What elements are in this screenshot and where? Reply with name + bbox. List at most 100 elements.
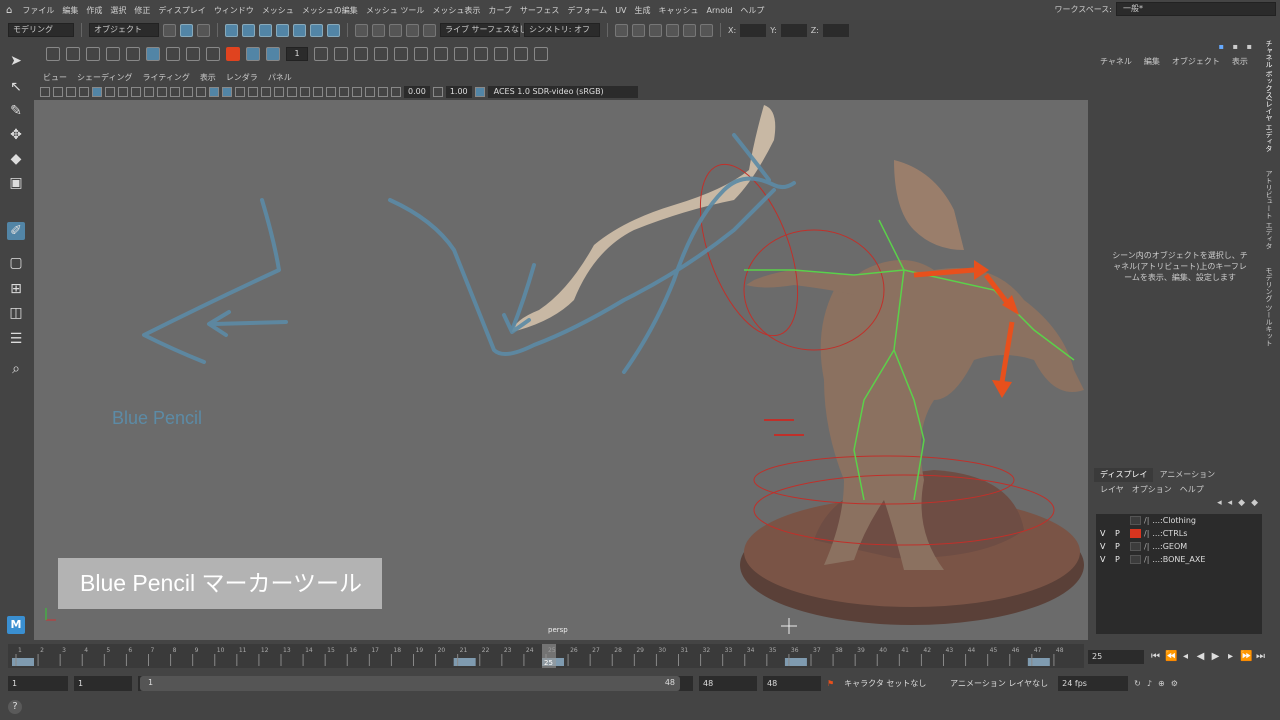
scale-tool-icon[interactable]: ▣ [7, 174, 25, 192]
playback-end-field[interactable]: 48 [699, 675, 757, 691]
anim-layer-dropdown[interactable]: アニメーション レイヤなし [946, 675, 1053, 691]
field-chart-icon[interactable] [157, 87, 167, 97]
channel-box-menu-item[interactable]: 表示 [1232, 56, 1248, 70]
menu-item[interactable]: カーブ [484, 5, 516, 16]
trash-icon[interactable] [454, 47, 468, 61]
menu-item[interactable]: Arnold [703, 6, 737, 15]
move-layer-up-icon[interactable]: ◂ [1217, 498, 1222, 508]
viewport-menu-item[interactable]: ビュー [38, 72, 72, 83]
layer-visibility-toggle[interactable]: V [1100, 542, 1112, 551]
safe-title-icon[interactable] [183, 87, 193, 97]
ui-panel-icon[interactable] [632, 23, 645, 37]
menu-item[interactable]: 作成 [82, 5, 106, 16]
paint-select-icon[interactable]: ✎ [7, 102, 25, 120]
import-icon[interactable] [514, 47, 528, 61]
new-layer-selected-icon[interactable]: ◆ [1251, 498, 1258, 508]
size-field[interactable]: 1 [286, 47, 308, 61]
help-icon[interactable]: ? [8, 700, 22, 714]
menu-item[interactable]: ファイル [18, 5, 58, 16]
layer-color-swatch[interactable] [1130, 516, 1141, 525]
cut-icon[interactable] [414, 47, 428, 61]
layer-editor-tab[interactable]: ディスプレイ [1094, 468, 1154, 482]
image-plane-icon[interactable] [79, 87, 89, 97]
select-by-component-icon[interactable] [197, 23, 210, 37]
ui-panel-icon[interactable] [700, 23, 713, 37]
layer-color-swatch[interactable] [1130, 529, 1141, 538]
default-material-icon[interactable] [222, 87, 232, 97]
layer-menu-item[interactable]: レイヤ [1100, 484, 1124, 495]
tool-settings-icon[interactable]: ▪ [1247, 42, 1252, 51]
exposure-field[interactable]: 0.00 [404, 86, 430, 98]
playback-start-field[interactable]: 1 [74, 675, 132, 691]
time-slider[interactable]: 1 2 3 4 5 6 7 8 9 10 11 12 13 14 15 16 17 18 19 20 21 22 23 24 2… [8, 644, 1084, 668]
delete-frame-icon[interactable] [374, 47, 388, 61]
animation-start-field[interactable]: 1 [8, 675, 68, 691]
xray-components-icon[interactable] [378, 87, 388, 97]
ui-panel-icon[interactable] [666, 23, 679, 37]
layer-row[interactable]: /| ...:Clothing [1096, 514, 1262, 527]
layer-color-swatch[interactable] [1130, 542, 1141, 551]
select-tool-icon[interactable]: ➤ [7, 52, 25, 70]
range-slider[interactable]: 1 48 [138, 675, 693, 691]
home-icon[interactable]: ⌂ [6, 5, 12, 16]
layer-row[interactable]: V P /| ...:CTRLs [1096, 527, 1262, 540]
single-view-icon[interactable]: ▢ [7, 254, 25, 272]
ambient-occlusion-icon[interactable] [287, 87, 297, 97]
viewport-menu-item[interactable]: 表示 [195, 72, 221, 83]
ipr-render-icon[interactable] [389, 23, 402, 37]
snap-surface-icon[interactable] [293, 23, 306, 37]
retime-icon[interactable] [494, 47, 508, 61]
go-to-end-icon[interactable]: ⏭ [1255, 651, 1266, 662]
layer-row[interactable]: V P /| ...:GEOM [1096, 540, 1262, 553]
safe-action-icon[interactable] [170, 87, 180, 97]
camera-attr-icon[interactable] [53, 87, 63, 97]
menu-item[interactable]: 選択 [106, 5, 130, 16]
blue-pencil-tool-icon[interactable]: ✐ [7, 222, 25, 240]
resolution-gate-icon[interactable] [131, 87, 141, 97]
color-management-icon[interactable] [474, 87, 485, 97]
layer-editor-tab[interactable]: アニメーション [1153, 468, 1221, 482]
onion-skin-icon[interactable] [246, 47, 260, 61]
x-field[interactable] [740, 23, 767, 37]
grease-pencil-icon[interactable] [92, 87, 102, 97]
step-back-frame-icon[interactable]: ◂ [1180, 651, 1191, 662]
clear-frame-icon[interactable] [334, 47, 348, 61]
menu-item[interactable]: キャッシュ [655, 5, 703, 16]
text-icon[interactable] [106, 47, 120, 61]
ui-panel-icon[interactable] [649, 23, 662, 37]
shadows-icon[interactable] [274, 87, 284, 97]
layer-playback-toggle[interactable]: P [1115, 542, 1127, 551]
move-tool-icon[interactable]: ✥ [7, 126, 25, 144]
view-transform-dropdown[interactable]: ACES 1.0 SDR-video (sRGB) [487, 86, 638, 98]
smooth-shade-icon[interactable] [209, 87, 219, 97]
keyframe-marker[interactable] [453, 658, 476, 666]
object-mode-dropdown[interactable]: オブジェクト [89, 23, 159, 37]
wireframe-icon[interactable] [196, 87, 206, 97]
keyframe-marker[interactable] [12, 658, 34, 666]
lights-icon[interactable] [261, 87, 271, 97]
arrow-icon[interactable] [146, 47, 160, 61]
viewport-menu-item[interactable]: シェーディング [72, 72, 137, 83]
snap-view-plane-icon[interactable] [276, 23, 289, 37]
layer-playback-toggle[interactable]: P [1115, 555, 1127, 564]
outliner-layout-icon[interactable]: ☰ [7, 330, 25, 348]
channel-box-toggle-icon[interactable]: ▪ [1219, 42, 1224, 51]
duplicate-frame-icon[interactable] [394, 47, 408, 61]
ellipse-icon[interactable] [166, 47, 180, 61]
history-icon[interactable] [355, 23, 368, 37]
menu-item[interactable]: サーフェス [516, 5, 564, 16]
four-view-icon[interactable]: ⊞ [7, 280, 25, 298]
hypershade-icon[interactable] [423, 23, 436, 37]
step-forward-frame-icon[interactable]: ▸ [1225, 651, 1236, 662]
auto-key-icon[interactable]: ⊕ [1158, 679, 1165, 688]
new-layer-icon[interactable]: ◆ [1238, 498, 1245, 508]
anim-prefs-icon[interactable]: ⚙ [1171, 679, 1178, 688]
rotate-tool-icon[interactable]: ◆ [7, 150, 25, 168]
film-gate-icon[interactable] [118, 87, 128, 97]
side-tab[interactable]: アトリビュート エディタ [1264, 170, 1274, 249]
color-swatch[interactable] [226, 47, 240, 61]
go-to-start-icon[interactable]: ⏮ [1150, 651, 1161, 662]
gamma-field[interactable]: 1.00 [445, 86, 472, 98]
snap-live-icon[interactable] [310, 23, 323, 37]
anti-alias-icon[interactable] [313, 87, 323, 97]
